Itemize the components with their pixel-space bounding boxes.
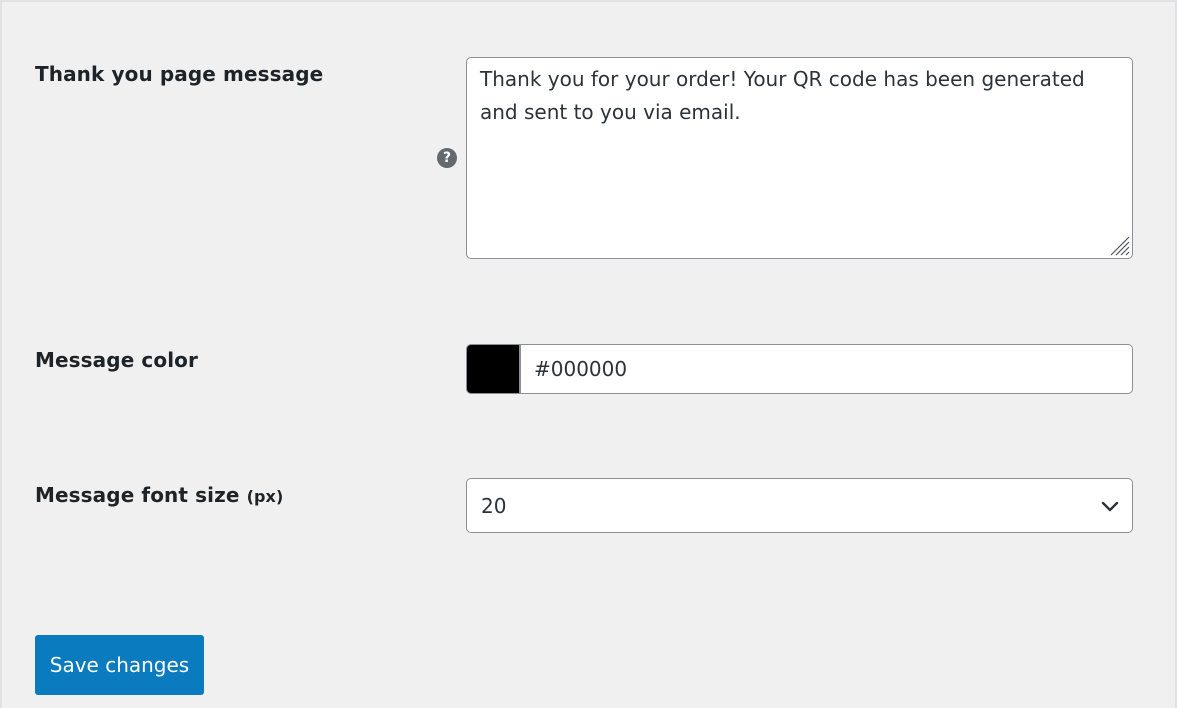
question-mark-icon[interactable]: ?	[437, 148, 457, 168]
message-color-label: Message color	[35, 348, 198, 372]
message-font-size-unit: (px)	[246, 487, 284, 506]
select-selected-value: 20	[481, 494, 507, 518]
message-font-size-select[interactable]: 20	[466, 478, 1133, 533]
color-swatch[interactable]	[467, 345, 521, 393]
message-font-size-label-text: Message font size	[35, 483, 240, 507]
thank-you-message-label: Thank you page message	[35, 62, 324, 86]
resize-handle-icon[interactable]	[1108, 234, 1130, 256]
save-changes-button[interactable]: Save changes	[35, 635, 204, 695]
thank-you-message-textarea[interactable]: Thank you for your order! Your QR code h…	[466, 57, 1133, 259]
chevron-down-icon	[1101, 501, 1119, 512]
message-color-field	[466, 344, 1133, 394]
message-font-size-label: Message font size (px)	[35, 483, 283, 507]
settings-panel: Thank you page message ? Thank you for y…	[0, 0, 1177, 708]
message-color-input[interactable]	[521, 345, 1132, 393]
